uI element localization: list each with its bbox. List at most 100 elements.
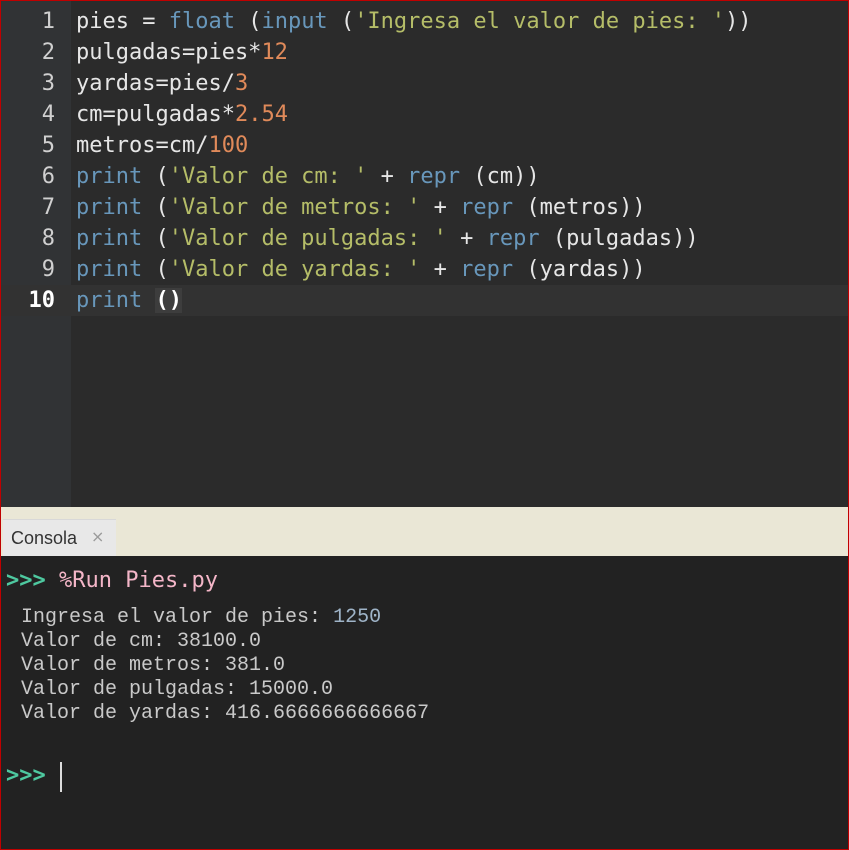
code-text: print () bbox=[76, 285, 182, 316]
tab-console-label: Consola bbox=[11, 528, 78, 548]
code-editor[interactable]: 1 pies = float (input ('Ingresa el valor … bbox=[1, 1, 848, 507]
output-value: 38100.0 bbox=[177, 630, 262, 653]
window-frame: 1 pies = float (input ('Ingresa el valor … bbox=[0, 0, 849, 850]
code-token: ( bbox=[142, 257, 169, 282]
code-token: 'Valor de pulgadas: ' bbox=[168, 226, 447, 251]
code-line[interactable]: 8 print ('Valor de pulgadas: ' + repr (pu… bbox=[1, 223, 848, 254]
code-token: pies = bbox=[76, 9, 169, 34]
code-token: repr bbox=[486, 226, 540, 251]
code-token: repr bbox=[460, 195, 514, 220]
line-number: 4 bbox=[41, 102, 55, 127]
line-number: 5 bbox=[41, 133, 55, 158]
code-token: ( bbox=[142, 195, 169, 220]
code-token: + bbox=[367, 164, 408, 189]
line-number: 8 bbox=[41, 226, 55, 251]
code-line[interactable]: 3 yardas=pies/3 bbox=[1, 68, 848, 99]
code-line[interactable]: 7 print ('Valor de metros: ' + repr (metr… bbox=[1, 192, 848, 223]
code-text: print ('Valor de pulgadas: ' + repr (pul… bbox=[76, 223, 699, 254]
code-text: print ('Valor de yardas: ' + repr (yarda… bbox=[76, 254, 646, 285]
code-token: + bbox=[420, 257, 461, 282]
code-token: )) bbox=[725, 9, 752, 34]
code-token: print bbox=[76, 195, 143, 220]
console-output-line: Valor de metros: 381.0 bbox=[21, 654, 285, 678]
output-label: Valor de pulgadas: bbox=[21, 678, 250, 701]
line-number: 3 bbox=[41, 71, 55, 96]
console-prompt: >>> bbox=[6, 763, 46, 788]
code-token: 3 bbox=[234, 71, 249, 96]
line-number: 2 bbox=[41, 40, 55, 65]
code-token: (cm)) bbox=[460, 164, 540, 189]
code-token: float bbox=[168, 9, 235, 34]
line-number: 10 bbox=[28, 288, 56, 313]
code-text: pulgadas=pies*12 bbox=[76, 37, 288, 68]
code-token: repr bbox=[460, 257, 514, 282]
line-number: 9 bbox=[41, 257, 55, 282]
code-token: repr bbox=[407, 164, 461, 189]
output-value: 381.0 bbox=[225, 654, 286, 677]
output-label: Valor de yardas: bbox=[21, 702, 226, 725]
code-token: yardas=pies/ bbox=[76, 71, 235, 96]
console-output-line: Valor de yardas: 416.6666666666667 bbox=[21, 702, 429, 726]
console-output-line: Valor de pulgadas: 15000.0 bbox=[21, 678, 333, 702]
code-text: yardas=pies/3 bbox=[76, 68, 248, 99]
code-line[interactable]: 4 cm=pulgadas*2.54 bbox=[1, 99, 848, 130]
code-token: 2.54 bbox=[234, 102, 288, 127]
code-token: print bbox=[76, 257, 143, 282]
input-prompt-line[interactable]: >>> bbox=[6, 763, 46, 788]
code-token: (yardas)) bbox=[513, 257, 646, 282]
code-text: pies = float (input ('Ingresa el valor d… bbox=[76, 6, 752, 37]
code-token: metros=cm/ bbox=[76, 133, 209, 158]
code-token: 'Valor de metros: ' bbox=[168, 195, 421, 220]
code-text: print ('Valor de cm: ' + repr (cm)) bbox=[76, 161, 540, 192]
line-number: 6 bbox=[41, 164, 55, 189]
code-line[interactable]: 9 print ('Valor de yardas: ' + repr (yard… bbox=[1, 254, 848, 285]
code-token: ( bbox=[234, 9, 262, 34]
run-command-line: >>> %Run Pies.py bbox=[6, 568, 218, 593]
close-icon[interactable]: × bbox=[91, 527, 104, 546]
code-token: cm=pulgadas* bbox=[76, 102, 235, 127]
code-text: print ('Valor de metros: ' + repr (metro… bbox=[76, 192, 646, 223]
code-token: 12 bbox=[261, 40, 288, 65]
code-token: 100 bbox=[208, 133, 249, 158]
text-cursor bbox=[60, 762, 62, 792]
code-token: (metros)) bbox=[513, 195, 646, 220]
code-line[interactable]: 2 pulgadas=pies*12 bbox=[1, 37, 848, 68]
code-token: 'Valor de cm: ' bbox=[168, 164, 368, 189]
output-label: Valor de cm: bbox=[21, 630, 178, 653]
bracket-match: () bbox=[155, 288, 182, 313]
line-number: 1 bbox=[41, 9, 55, 34]
code-token: pulgadas=pies* bbox=[76, 40, 262, 65]
code-token: + bbox=[446, 226, 487, 251]
code-token: print bbox=[76, 226, 143, 251]
run-command: %Run Pies.py bbox=[59, 568, 218, 593]
code-line[interactable]: 6 print ('Valor de cm: ' + repr (cm)) bbox=[1, 161, 848, 192]
line-number: 7 bbox=[41, 195, 55, 220]
console-output-line: Valor de cm: 38100.0 bbox=[21, 630, 261, 654]
output-value: 416.6666666666667 bbox=[225, 702, 430, 725]
code-token: ( bbox=[142, 226, 169, 251]
code-token: 'Ingresa el valor de pies: ' bbox=[354, 9, 726, 34]
code-token: ( bbox=[327, 9, 355, 34]
code-token: print bbox=[76, 288, 143, 313]
console-prompt: >>> bbox=[6, 568, 46, 593]
output-value: 1250 bbox=[333, 606, 382, 629]
code-token: ( bbox=[142, 164, 169, 189]
code-token: 'Valor de yardas: ' bbox=[168, 257, 421, 282]
output-label: Valor de metros: bbox=[21, 654, 226, 677]
console-panel[interactable]: >>> %Run Pies.py Ingresa el valor de pie… bbox=[1, 556, 848, 849]
output-value: 15000.0 bbox=[249, 678, 334, 701]
console-tab-strip: Consola × bbox=[1, 507, 848, 557]
code-token: input bbox=[261, 9, 328, 34]
tab-console[interactable]: Consola × bbox=[3, 519, 116, 557]
code-text: cm=pulgadas*2.54 bbox=[76, 99, 288, 130]
output-label: Ingresa el valor de pies: bbox=[21, 606, 334, 629]
console-output-line: Ingresa el valor de pies: 1250 bbox=[21, 606, 381, 630]
code-text: metros=cm/100 bbox=[76, 130, 248, 161]
code-token: print bbox=[76, 164, 143, 189]
code-line[interactable]: 5 metros=cm/100 bbox=[1, 130, 848, 161]
code-token: (pulgadas)) bbox=[539, 226, 699, 251]
code-line[interactable]: 10 print () bbox=[1, 285, 848, 316]
code-token: + bbox=[420, 195, 461, 220]
code-line[interactable]: 1 pies = float (input ('Ingresa el valor … bbox=[1, 6, 848, 37]
